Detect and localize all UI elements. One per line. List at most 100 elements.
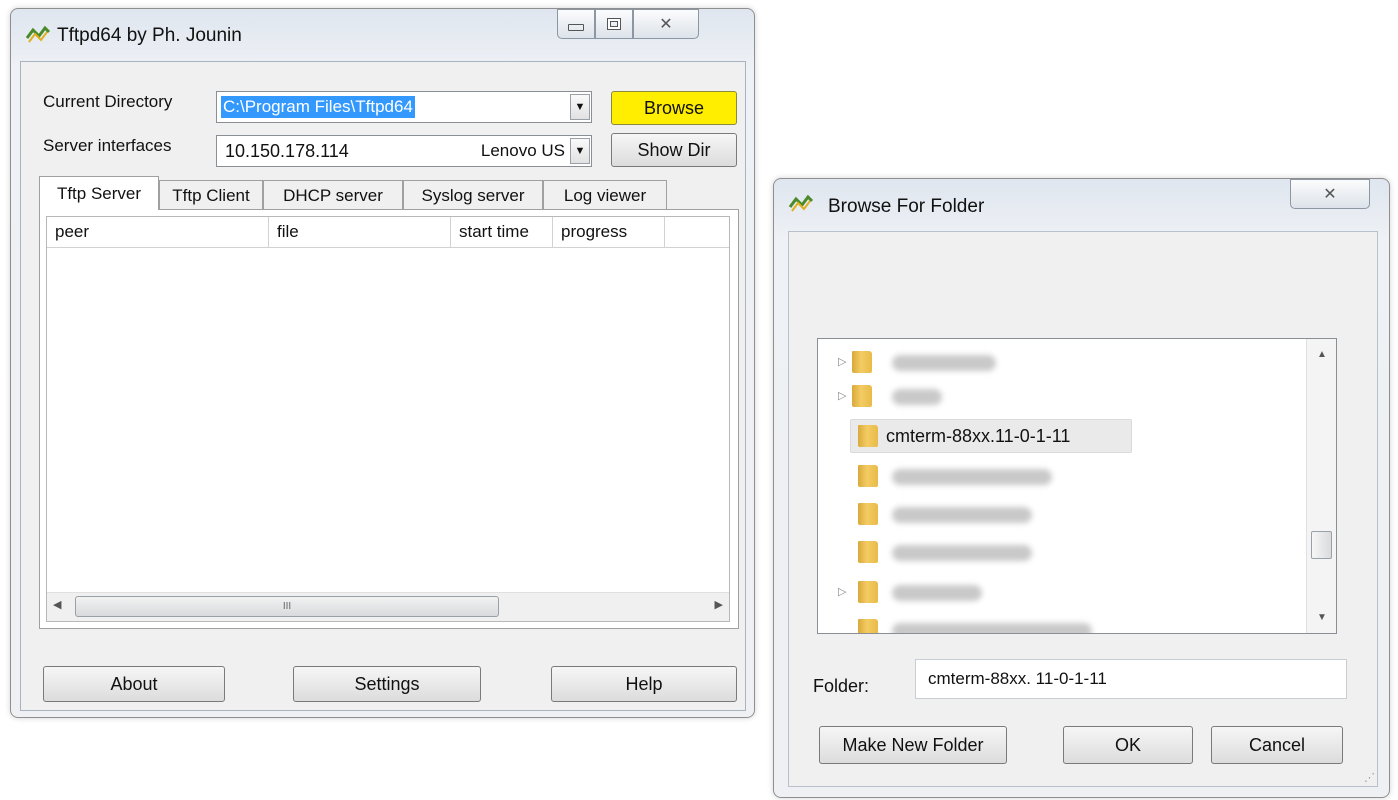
tab-tftp-client[interactable]: Tftp Client	[159, 180, 263, 210]
tab-label: Log viewer	[563, 185, 647, 205]
dialog-client-area: ▷ ▷ cmterm-88xx.11-0-1-11 ▷ ▲ ▼ Folder: …	[788, 231, 1378, 787]
close-button[interactable]: ✕	[633, 9, 699, 39]
horizontal-scrollbar[interactable]: ◀ III ▶	[47, 592, 729, 621]
folder-icon	[858, 425, 878, 447]
column-label: file	[277, 222, 299, 241]
list-header: peer file start time progress	[47, 217, 729, 248]
tab-tftp-server[interactable]: Tftp Server	[39, 176, 159, 210]
help-button-label: Help	[625, 673, 663, 694]
close-icon: ✕	[659, 16, 673, 33]
browse-button-label: Browse	[643, 97, 705, 118]
folder-icon	[858, 465, 878, 487]
settings-button-label: Settings	[354, 673, 420, 694]
tab-label: DHCP server	[283, 185, 383, 205]
vertical-scrollbar[interactable]: ▲ ▼	[1306, 339, 1336, 633]
column-header-progress[interactable]: progress	[553, 217, 665, 247]
tab-syslog-server[interactable]: Syslog server	[403, 180, 543, 210]
scroll-thumb-grip: III	[282, 601, 292, 612]
show-dir-button[interactable]: Show Dir	[611, 133, 737, 167]
cancel-button[interactable]: Cancel	[1211, 726, 1343, 764]
scroll-thumb[interactable]: III	[75, 596, 499, 617]
tree-row-selected[interactable]: cmterm-88xx.11-0-1-11	[818, 419, 1336, 453]
tree-row[interactable]: ▷	[818, 575, 1336, 609]
ok-button-label: OK	[1114, 734, 1141, 755]
close-icon: ✕	[1323, 186, 1337, 203]
tab-label: Syslog server	[421, 185, 525, 205]
tree-row[interactable]	[818, 535, 1336, 569]
scroll-left-icon[interactable]: ◀	[53, 598, 61, 611]
column-header-file[interactable]: file	[269, 217, 451, 247]
expand-icon[interactable]: ▷	[838, 355, 846, 368]
column-label: start time	[459, 222, 529, 241]
selected-folder-name: cmterm-88xx.11-0-1-11	[886, 426, 1071, 446]
obscured-folder-name	[892, 389, 942, 405]
make-new-folder-button[interactable]: Make New Folder	[819, 726, 1007, 764]
dropdown-arrow-icon: ▼	[574, 145, 586, 157]
minimize-icon	[568, 23, 584, 31]
folder-icon	[858, 541, 878, 563]
dropdown-arrow-icon: ▼	[574, 101, 586, 113]
folder-icon	[858, 619, 878, 633]
folder-input[interactable]: cmterm-88xx. 11-0-1-11	[915, 659, 1347, 699]
make-new-folder-label: Make New Folder	[842, 734, 984, 755]
window-title: Tftpd64 by Ph. Jounin	[57, 25, 242, 46]
scroll-thumb[interactable]	[1311, 531, 1332, 559]
resize-grip-icon[interactable]: ⋰	[1364, 771, 1375, 784]
ok-button[interactable]: OK	[1063, 726, 1193, 764]
cancel-button-label: Cancel	[1248, 734, 1306, 755]
tree-row[interactable]: ▷	[818, 379, 1336, 413]
server-interface-name: Lenovo US	[480, 141, 565, 160]
about-button-label: About	[110, 673, 158, 694]
column-header-start-time[interactable]: start time	[451, 217, 553, 247]
current-directory-label: Current Directory	[43, 92, 173, 111]
column-label: progress	[561, 222, 628, 241]
dialog-close-button[interactable]: ✕	[1290, 179, 1370, 209]
expand-icon[interactable]: ▷	[838, 389, 846, 402]
show-dir-button-label: Show Dir	[637, 139, 711, 160]
about-button[interactable]: About	[43, 666, 225, 702]
tftpd-app-icon	[25, 25, 51, 43]
browse-button[interactable]: Browse	[611, 91, 737, 125]
tree-row[interactable]	[818, 459, 1336, 493]
browse-folder-dialog: Browse For Folder ✕ ▷ ▷ cmterm-88xx.11-0…	[773, 178, 1390, 798]
column-label: peer	[55, 222, 90, 241]
tree-row[interactable]: ▷	[818, 345, 1336, 379]
scroll-right-icon[interactable]: ▶	[715, 598, 723, 611]
dialog-app-icon	[788, 194, 814, 212]
current-directory-dropdown[interactable]: ▼	[570, 94, 590, 120]
dialog-title: Browse For Folder	[828, 196, 985, 217]
tftpd64-window: Tftpd64 by Ph. Jounin ✕ Current Director…	[10, 8, 755, 718]
obscured-folder-name	[892, 623, 1092, 633]
folder-tree[interactable]: ▷ ▷ cmterm-88xx.11-0-1-11 ▷ ▲ ▼	[817, 338, 1337, 634]
server-interface-ip: 10.150.178.114	[225, 140, 349, 161]
folder-input-value: cmterm-88xx. 11-0-1-11	[928, 669, 1107, 688]
maximize-button[interactable]	[595, 9, 633, 39]
current-directory-combo[interactable]: C:\Program Files\Tftpd64 ▼	[216, 91, 592, 123]
tab-log-viewer[interactable]: Log viewer	[543, 180, 667, 210]
expand-icon[interactable]: ▷	[838, 585, 846, 598]
server-interfaces-dropdown[interactable]: ▼	[570, 138, 590, 164]
current-directory-value: C:\Program Files\Tftpd64	[221, 96, 415, 118]
obscured-folder-name	[892, 585, 982, 601]
tree-row[interactable]	[818, 497, 1336, 531]
tab-label: Tftp Client	[172, 185, 250, 205]
maximize-icon	[607, 18, 621, 30]
scroll-down-icon[interactable]: ▼	[1317, 612, 1327, 623]
column-header-peer[interactable]: peer	[47, 217, 269, 247]
tree-row[interactable]	[818, 613, 1336, 633]
tab-panel: peer file start time progress ◀ III ▶	[39, 209, 739, 629]
minimize-button[interactable]	[557, 9, 595, 39]
help-button[interactable]: Help	[551, 666, 737, 702]
server-interfaces-combo[interactable]: 10.150.178.114 Lenovo US ▼	[216, 135, 592, 167]
tftpd-client-area: Current Directory C:\Program Files\Tftpd…	[20, 61, 746, 711]
folder-icon	[858, 503, 878, 525]
obscured-folder-name	[892, 469, 1052, 485]
scroll-up-icon[interactable]: ▲	[1317, 349, 1327, 360]
folder-icon	[852, 385, 872, 407]
obscured-folder-name	[892, 355, 996, 371]
transfer-list[interactable]: peer file start time progress ◀ III ▶	[46, 216, 730, 622]
settings-button[interactable]: Settings	[293, 666, 481, 702]
tab-dhcp-server[interactable]: DHCP server	[263, 180, 403, 210]
folder-icon	[852, 351, 872, 373]
obscured-folder-name	[892, 545, 1032, 561]
